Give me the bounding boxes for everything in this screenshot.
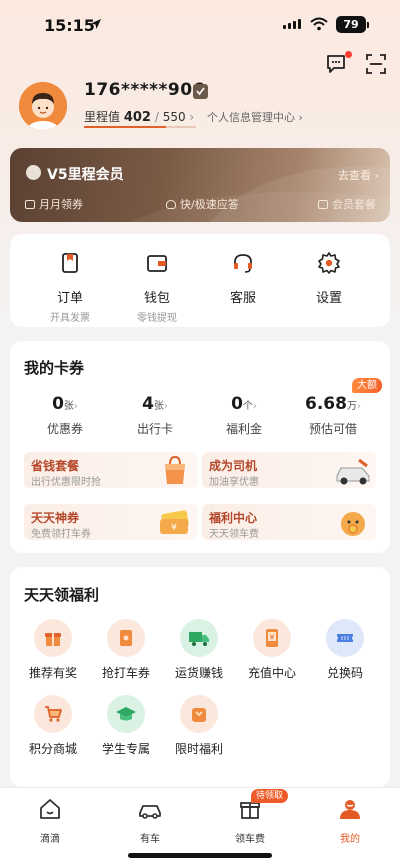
welfare-points-mall[interactable]: 积分商城 [17, 695, 89, 757]
graduation-cap-icon [116, 707, 136, 721]
promo-become-driver[interactable]: 成为司机 加油享优惠 [202, 452, 376, 488]
welfare-redeem-code[interactable]: 兑换码 [309, 619, 381, 681]
customer-service-entry[interactable]: 客服 [203, 251, 283, 306]
gift-box-icon [45, 633, 61, 646]
tiger-mascot-icon [341, 512, 365, 536]
svg-text:¥: ¥ [270, 634, 275, 642]
welfare-freight[interactable]: 运货赚钱 [163, 619, 235, 681]
stat-travel-cards[interactable]: 4张› 出行卡 [109, 394, 201, 437]
home-icon [40, 799, 60, 819]
mileage-current: 402 [123, 110, 151, 125]
stat-coupons[interactable]: 0张› 优惠券 [19, 394, 111, 437]
gear-icon [318, 252, 340, 274]
tab-have-car[interactable]: 有车 [115, 797, 185, 845]
message-unread-dot [345, 51, 352, 58]
welfare-limited-time[interactable]: 限时福利 [163, 695, 235, 757]
mileage-total: 550 [162, 110, 186, 124]
car-icon [139, 805, 161, 819]
wallet-entry[interactable]: 钱包 零钱提现 [117, 251, 197, 324]
tab-mine[interactable]: 我的 [315, 797, 385, 845]
stat-estimated-loan[interactable]: 6.68万› 预估可借 [287, 394, 379, 437]
avatar-illustration [19, 82, 67, 130]
mileage-label: 里程值 [84, 110, 121, 124]
settings-entry[interactable]: 设置 [289, 251, 369, 306]
promo-saving-package[interactable]: 省钱套餐 出行优惠限时抢 [24, 452, 198, 488]
svg-text:¥: ¥ [171, 523, 177, 533]
order-entry[interactable]: 订单 开具发票 [30, 251, 110, 324]
mileage-value[interactable]: 里程值 402 / 550 › [84, 108, 194, 125]
headset-icon [234, 254, 252, 273]
cart-icon [45, 706, 62, 722]
mileage-progress-fill [84, 126, 166, 128]
vip-perk-coupon: 月月领券 [25, 196, 83, 212]
promo-daily-coupon[interactable]: 天天神券 免费领打车券 ¥ [24, 504, 198, 540]
welfare-grab-coupon[interactable]: 抢打车券 [90, 619, 162, 681]
order-icon [62, 253, 78, 273]
location-arrow-icon [91, 19, 101, 29]
shopping-bag-icon [165, 455, 185, 484]
scan-icon[interactable] [364, 52, 388, 76]
recharge-icon: ¥ [266, 629, 278, 647]
wallet-icon [147, 255, 167, 272]
welfare-referral[interactable]: 推荐有奖 [17, 619, 89, 681]
vip-card-title: V5里程会员 [47, 167, 124, 183]
car-icon [336, 458, 370, 485]
status-time: 15:15 [44, 16, 95, 35]
tab-didi[interactable]: 滴滴 [15, 797, 85, 845]
promo-welfare-center[interactable]: 福利中心 天天领车费 [202, 504, 376, 540]
cellular-signal-icon [283, 19, 301, 29]
welfare-recharge[interactable]: ¥ 充值中心 [236, 619, 308, 681]
vip-level-icon[interactable] [193, 84, 208, 99]
vip-perk-package: 会员套餐 [318, 196, 376, 212]
welfare-title: 天天领福利 [24, 586, 100, 604]
stat-welfare-funds[interactable]: 0个› 福利金 [198, 394, 290, 437]
ticket-stack-icon: ¥ [160, 510, 189, 534]
coupon-perk-icon [25, 199, 35, 209]
shield-icon [166, 199, 176, 209]
avatar[interactable] [19, 82, 67, 130]
user-phone: 176*****906 [84, 80, 205, 100]
large-amount-badge: 大额 [352, 378, 382, 393]
vip-view-link[interactable]: 去查看 › [338, 167, 379, 183]
personal-info-link[interactable]: 个人信息管理中心 › [207, 109, 303, 125]
vip-logo-icon [26, 165, 41, 180]
coupon-icon [120, 630, 132, 646]
user-icon [340, 800, 360, 819]
tab-badge-pending: 待领取 [251, 789, 289, 803]
vip-perk-response: 快/极速应答 [166, 196, 239, 212]
coupons-title: 我的卡券 [24, 359, 85, 377]
wifi-icon [310, 17, 328, 31]
ticket-icon [337, 634, 353, 642]
battery-tip [367, 22, 369, 28]
truck-icon [189, 632, 209, 646]
bag-icon [192, 708, 206, 722]
battery-indicator: 79 [336, 16, 366, 33]
welfare-student[interactable]: 学生专属 [90, 695, 162, 757]
tab-claim-fare[interactable]: 领车费 [215, 797, 285, 845]
ticket-icon [318, 199, 328, 209]
home-indicator [128, 853, 272, 858]
